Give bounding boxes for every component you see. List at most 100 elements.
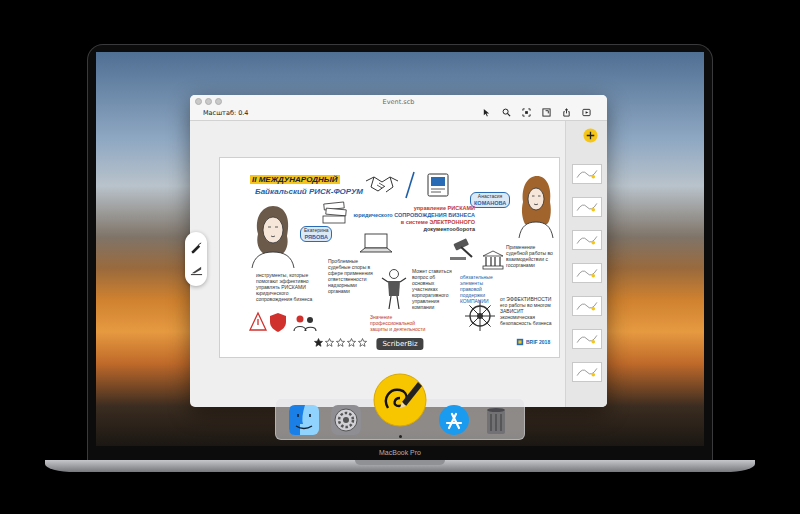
slides-panel xyxy=(565,121,607,407)
cursor-icon[interactable] xyxy=(482,108,491,117)
base-notch xyxy=(355,460,445,465)
slide-thumbnail[interactable] xyxy=(572,164,602,184)
topic-line: управление РИСКАМИ xyxy=(354,205,475,212)
slide-note: Значение профессиональной защиты и деяте… xyxy=(370,314,426,332)
dock-item[interactable]: ScriberBiz xyxy=(372,372,428,436)
gear-icon[interactable] xyxy=(330,404,362,436)
speaker-name-bubble: ЕкатеринаРЯБОВА xyxy=(300,226,332,242)
slide-thumbnail[interactable] xyxy=(572,296,602,316)
window-title: Event.scb xyxy=(383,98,415,106)
star-icon[interactable] xyxy=(358,338,367,347)
slide-thumbnail[interactable] xyxy=(572,230,602,250)
slide-thumbnail[interactable] xyxy=(572,263,602,283)
expand-icon[interactable] xyxy=(542,108,551,117)
topic-line: юридического СОПРОВОЖДЕНИЯ БИЗНЕСА xyxy=(354,212,475,219)
topic-line: в системе ЭЛЕКТРОННОГО xyxy=(354,219,475,226)
thumbnail-sketch-icon xyxy=(573,297,601,315)
slide-note: Может ставиться вопрос об основных участ… xyxy=(412,268,458,310)
slide-topic: управление РИСКАМИюридического СОПРОВОЖД… xyxy=(354,205,475,233)
thumbnail-list xyxy=(572,164,602,382)
play-icon[interactable] xyxy=(582,108,591,117)
title-bar[interactable]: Event.scb xyxy=(190,95,607,107)
book-logo-icon xyxy=(425,171,451,199)
speaker-last-name: РЯБОВА xyxy=(305,234,328,240)
speaker-last-name: КОМАНОВА xyxy=(474,200,506,206)
slide-subtitle: Байкальский РИСК-ФОРУМ xyxy=(255,187,363,196)
speaker-portrait xyxy=(246,200,298,268)
speaker-portrait xyxy=(517,172,555,238)
paper-stack-icon xyxy=(320,201,350,225)
slide-note: инструменты, которые помогают эффективно… xyxy=(256,272,326,302)
dock-tooltip: ScriberBiz xyxy=(376,338,423,350)
running-indicator xyxy=(495,435,498,438)
slide-thumbnail[interactable] xyxy=(572,197,602,217)
app-store-icon[interactable] xyxy=(438,404,470,436)
minimize-button[interactable] xyxy=(205,98,212,105)
star-icon[interactable] xyxy=(314,338,323,347)
traffic-lights xyxy=(195,98,222,105)
star-rating[interactable] xyxy=(314,338,367,347)
topic-line: документооборота xyxy=(354,226,475,233)
running-indicator xyxy=(399,435,402,438)
pen-icon[interactable] xyxy=(190,242,203,255)
star-icon[interactable] xyxy=(325,338,334,347)
speaker-first-name: Анастасия xyxy=(478,194,502,200)
device-label: MacBook Pro xyxy=(379,449,421,456)
dock: ScriberBiz xyxy=(275,398,525,440)
scriberbiz-app-icon[interactable] xyxy=(372,372,428,428)
thumbnail-sketch-icon xyxy=(573,198,601,216)
star-icon[interactable] xyxy=(347,338,356,347)
gavel-icon xyxy=(448,238,480,262)
zoom-button[interactable] xyxy=(215,98,222,105)
ship-wheel-icon xyxy=(464,300,496,332)
businessman-icon xyxy=(380,268,408,310)
running-indicator xyxy=(453,435,456,438)
page: Event.scb Масштаб: 0.4 II МЕЖДУНАРОДНЫЙ Бай… xyxy=(0,0,800,514)
thumbnail-sketch-icon xyxy=(573,165,601,183)
dock-item[interactable] xyxy=(438,404,470,436)
thumbnail-sketch-icon xyxy=(573,264,601,282)
fit-icon[interactable] xyxy=(522,108,531,117)
window-header: Event.scb Масштаб: 0.4 xyxy=(190,95,607,121)
brif-logo-icon xyxy=(516,338,524,346)
add-slide-icon[interactable] xyxy=(583,128,598,143)
slide-note: Проблемные судебные споры в сфере примен… xyxy=(328,258,376,294)
thumbnail-sketch-icon xyxy=(573,330,601,348)
magnifier-icon[interactable] xyxy=(502,108,511,117)
speaker-name-bubble: АнастасияКОМАНОВА xyxy=(470,192,510,208)
slide-thumbnail[interactable] xyxy=(572,362,602,382)
share-icon[interactable] xyxy=(562,108,571,117)
court-building-icon xyxy=(482,250,504,270)
canvas-area: II МЕЖДУНАРОДНЫЙ Байкальский РИСК-ФОРУМ Ек… xyxy=(190,121,565,407)
app-window[interactable]: Event.scb Масштаб: 0.4 II МЕЖДУНАРОДНЫЙ Бай… xyxy=(190,95,607,407)
toolbar-tools xyxy=(482,108,591,117)
tool-palette xyxy=(185,232,207,286)
slide-thumbnail[interactable] xyxy=(572,329,602,349)
risk-icons xyxy=(248,310,320,334)
window-body: II МЕЖДУНАРОДНЫЙ Байкальский РИСК-ФОРУМ Ек… xyxy=(190,121,607,407)
dock-item[interactable] xyxy=(288,404,320,436)
close-button[interactable] xyxy=(195,98,202,105)
finder-icon[interactable] xyxy=(288,404,320,436)
laptop-lid: Event.scb Масштаб: 0.4 II МЕЖДУНАРОДНЫЙ Бай… xyxy=(87,44,713,460)
running-indicator xyxy=(345,435,348,438)
badge-text: BRIF 2018 xyxy=(526,339,550,345)
slide-canvas[interactable]: II МЕЖДУНАРОДНЫЙ Байкальский РИСК-ФОРУМ Ек… xyxy=(220,158,559,357)
running-indicator xyxy=(303,435,306,438)
trash-icon[interactable] xyxy=(480,404,512,436)
thumbnail-sketch-icon xyxy=(573,231,601,249)
slide-note: обязательные элементы правовой поддержки… xyxy=(460,274,504,304)
dock-item[interactable] xyxy=(330,404,362,436)
slide-title: II МЕЖДУНАРОДНЫЙ xyxy=(250,175,340,184)
toolbar: Масштаб: 0.4 xyxy=(190,107,607,120)
handshake-icon xyxy=(365,173,399,195)
speaker-first-name: Екатерина xyxy=(304,228,328,234)
desktop: Event.scb Масштаб: 0.4 II МЕЖДУНАРОДНЫЙ Бай… xyxy=(96,52,704,446)
laptop-base xyxy=(45,460,755,472)
slide-note: от ЭФФЕКТИВНОСТИ его работы во многом ЗА… xyxy=(500,296,556,326)
ruler-icon[interactable] xyxy=(190,263,203,276)
thumbnail-sketch-icon xyxy=(573,363,601,381)
star-icon[interactable] xyxy=(336,338,345,347)
zoom-label: Масштаб: 0.4 xyxy=(203,109,248,117)
dock-item[interactable] xyxy=(480,404,512,436)
